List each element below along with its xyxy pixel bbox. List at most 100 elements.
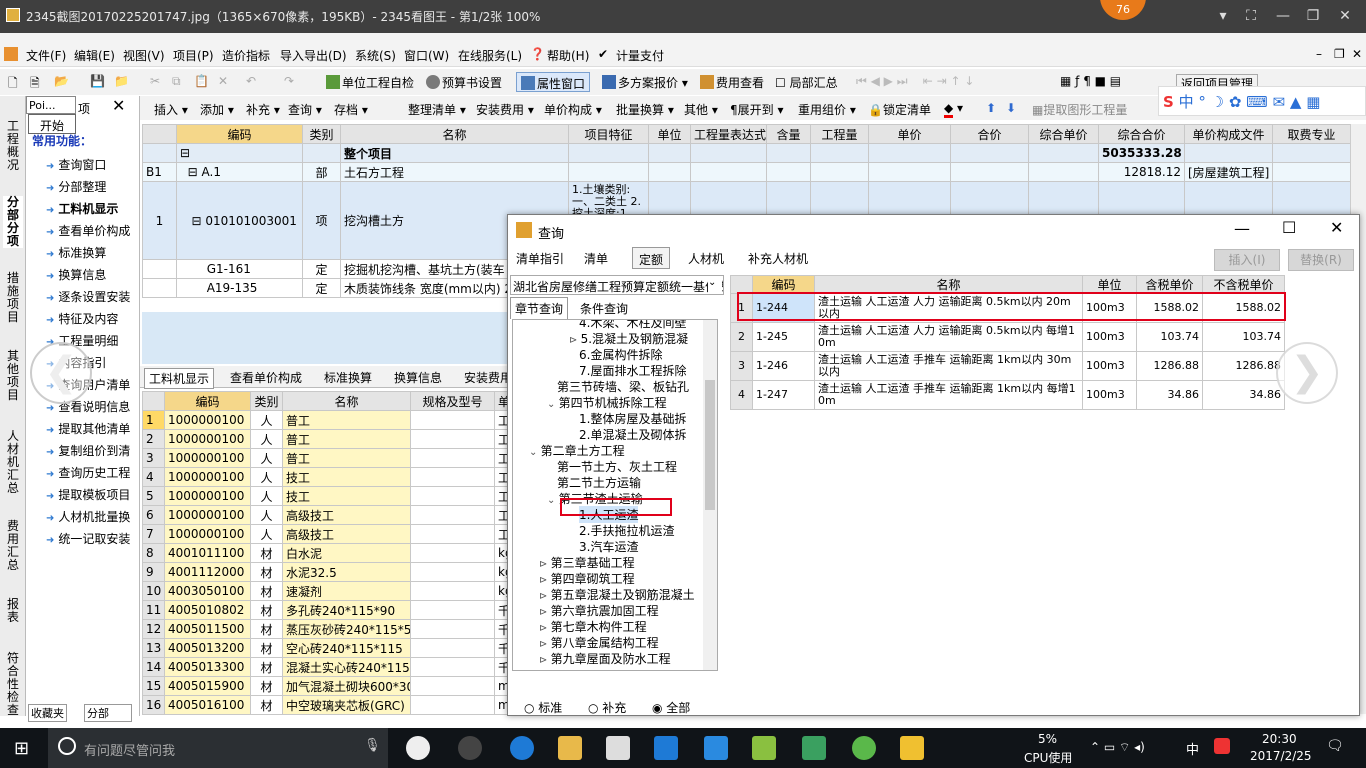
delete-icon[interactable]: ✕	[218, 74, 228, 88]
menu-view[interactable]: 视图(V)	[123, 47, 165, 64]
green-app-icon[interactable]	[802, 736, 826, 760]
menu-system[interactable]: 系统(S)	[355, 47, 396, 64]
table-row[interactable]: 4 1-247 渣土运输 人工运渣 手推车 运输距离 1km以内 每增10m 100m…	[730, 380, 1285, 410]
image-viewer-icon[interactable]	[900, 736, 924, 760]
quota-library-select[interactable]: 湖北省房屋修缮工程预算定额统一基价表	[510, 275, 724, 295]
tree-node[interactable]: ⊳ 第三章基础工程	[539, 554, 635, 571]
tree-node[interactable]: 2.手扶拖拉机运渣	[579, 522, 674, 539]
save-icon[interactable]: 💾	[90, 74, 105, 88]
sogou-icon[interactable]	[1214, 738, 1230, 754]
tree-node[interactable]: ⊳ 第七章木构件工程	[539, 618, 647, 635]
color-fill-icon[interactable]: ◆ ▾	[944, 101, 963, 118]
radio-supplement[interactable]: ○ 补充	[588, 699, 626, 716]
tree-node[interactable]: ⊳ 第六章抗震加固工程	[539, 602, 659, 619]
reuse-price-button[interactable]: 重用组价 ▾	[798, 101, 856, 118]
app-plus-icon[interactable]	[704, 736, 728, 760]
tab-install-fee[interactable]: 安装费用	[464, 369, 512, 386]
tab-quota[interactable]: 定额	[632, 247, 671, 269]
table-row[interactable]: 144005013300材混凝土实心砖240*115*千	[142, 657, 509, 677]
table-row[interactable]: 71000000100人高级技工工	[142, 524, 509, 544]
radio-standard[interactable]: ○ 标准	[524, 699, 562, 716]
col-feature[interactable]: 项目特征	[568, 124, 649, 144]
tree-scrollbar[interactable]	[703, 320, 717, 670]
restore-icon[interactable]: ❐	[1334, 47, 1345, 61]
menu-measure-pay[interactable]: 计量支付	[616, 47, 664, 64]
unit-price-button[interactable]: 单价构成 ▾	[544, 101, 602, 118]
table-row[interactable]: 31000000100人普工工	[142, 448, 509, 468]
table-row[interactable]: 3 1-246 渣土运输 人工运渣 手推车 运输距离 1km以内 30m以内 100m…	[730, 351, 1285, 381]
paste-icon[interactable]: 📋	[194, 74, 209, 88]
lp-material-display[interactable]: 工料机显示	[46, 200, 138, 217]
tab-reports[interactable]: 报表	[3, 598, 23, 624]
lp-history[interactable]: 查询历史工程	[46, 464, 138, 481]
move-down-icon[interactable]: ⬇	[1006, 101, 1016, 115]
lp-query-window[interactable]: 查询窗口	[46, 156, 138, 173]
menu-file[interactable]: 文件(F)	[26, 47, 66, 64]
copy-icon[interactable]: ⧉	[172, 74, 181, 89]
tab-list[interactable]: 清单	[578, 247, 614, 269]
tree-node[interactable]: 第一节土方、灰土工程	[557, 458, 677, 475]
chevron-down-icon[interactable]: ▾	[1212, 6, 1234, 26]
notes-icon[interactable]	[752, 736, 776, 760]
table-row[interactable]: 114005010802材多孔砖240*115*90千	[142, 600, 509, 620]
col-quantity[interactable]: 工程量	[810, 124, 869, 144]
fullscreen-icon[interactable]: ⛶	[1240, 6, 1262, 26]
tab-labor-material[interactable]: 人材机	[682, 247, 730, 269]
close-icon[interactable]: ✕	[1334, 6, 1356, 26]
tab-condition-query[interactable]: 条件查询	[576, 299, 632, 318]
lp-install-setting[interactable]: 逐条设置安装	[46, 288, 138, 305]
cut-icon[interactable]: ✂	[150, 74, 160, 88]
organize-list-button[interactable]: 整理清单 ▾	[408, 101, 466, 118]
close-icon[interactable]: ✕	[112, 96, 125, 115]
next-image-button[interactable]: ❯	[1276, 342, 1338, 404]
notification-icon[interactable]: 🗨	[1326, 738, 1344, 754]
property-window-button[interactable]: 属性窗口	[516, 72, 591, 92]
batch-convert-button[interactable]: 批量换算 ▾	[616, 101, 674, 118]
store-icon[interactable]	[606, 736, 630, 760]
lp-extract-list[interactable]: 提取其他清单	[46, 420, 138, 437]
table-row[interactable]: 2 1-245 渣土运输 人工运渣 人力 运输距离 0.5km以内 每增10m 100…	[730, 322, 1285, 352]
lp-standard-convert[interactable]: 标准换算	[46, 244, 138, 261]
table-row[interactable]: 41000000100人技工工	[142, 467, 509, 487]
file-explorer-icon[interactable]	[558, 736, 582, 760]
refresh-app-icon[interactable]	[852, 736, 876, 760]
col-fee-major[interactable]: 取费专业	[1272, 124, 1351, 144]
tab-fee-summary[interactable]: 费用汇总	[3, 520, 23, 572]
lp-batch-labor[interactable]: 人材机批量换	[46, 508, 138, 525]
install-fee-button[interactable]: 安装费用 ▾	[476, 101, 534, 118]
add-button[interactable]: 添加 ▾	[200, 101, 234, 118]
table-row[interactable]: 51000000100人技工工	[142, 486, 509, 506]
tab-project-overview[interactable]: 工程概况	[3, 120, 23, 172]
folder-icon[interactable]: 📁	[114, 74, 129, 88]
self-check-button[interactable]: 单位工程自检	[326, 74, 414, 91]
col-comp-price[interactable]: 综合单价	[1028, 124, 1099, 144]
menu-cost-index[interactable]: 造价指标	[222, 47, 270, 64]
tab-favorites[interactable]: 收藏夹	[28, 704, 67, 722]
nav-arrows-icon[interactable]: ⏮ ◀ ▶ ⏭ ⇤ ⇥ ↑ ↓	[856, 74, 974, 89]
browser-icon[interactable]	[458, 736, 482, 760]
glodon-icon[interactable]	[654, 736, 678, 760]
fee-view-button[interactable]: 费用查看	[700, 74, 764, 91]
table-row[interactable]: 154005015900材加气混凝土砌块600*30m3	[142, 676, 509, 696]
table-row[interactable]: 11000000100人普工工	[142, 410, 509, 430]
lock-list-button[interactable]: 🔒锁定清单	[868, 101, 931, 118]
col-unit[interactable]: 单位	[648, 124, 691, 144]
multi-quote-button[interactable]: 多方案报价 ▾	[602, 74, 688, 91]
tree-node[interactable]: 6.金属构件拆除	[579, 346, 662, 363]
tab-standard-convert[interactable]: 标准换算	[324, 369, 372, 386]
expand-to-button[interactable]: ¶展开到 ▾	[730, 101, 784, 118]
col-expr[interactable]: 工程量表达式	[690, 124, 767, 144]
tab-material-display[interactable]: 工料机显示	[144, 368, 215, 389]
table-row[interactable]: 21000000100人普工工	[142, 429, 509, 449]
tab-section[interactable]: 分部	[84, 704, 132, 722]
tab-unit-price[interactable]: 查看单价构成	[230, 369, 302, 386]
tab-sub-items[interactable]: 分部分项	[3, 196, 23, 248]
insert-button[interactable]: 插入(I)	[1214, 249, 1280, 271]
move-up-icon[interactable]: ⬆	[986, 101, 996, 115]
lp-unit-price[interactable]: 查看单价构成	[46, 222, 138, 239]
tree-node[interactable]: ⊳ 第五章混凝土及钢筋混凝土	[539, 586, 695, 603]
clock-time[interactable]: 20:30	[1262, 732, 1297, 746]
col-price-file[interactable]: 单价构成文件	[1184, 124, 1273, 144]
local-summary-checkbox[interactable]: ☐ 局部汇总	[775, 74, 838, 91]
supplement-button[interactable]: 补充 ▾	[246, 101, 280, 118]
